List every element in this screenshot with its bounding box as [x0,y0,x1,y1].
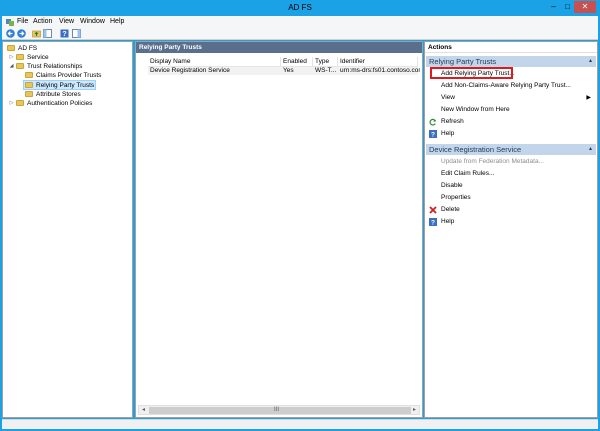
actions-title: Actions [425,42,597,53]
help-icon[interactable]: ? [60,29,69,38]
action-update-from-federation-metadata: Update from Federation Metadata... [441,158,544,165]
toolbar: ? [2,27,598,40]
close-button[interactable]: ✕ [574,1,596,13]
action-view[interactable]: View ▶ [426,93,596,103]
tree-item-relying-party-trusts[interactable]: Relying Party Trusts [23,80,96,90]
menu-window[interactable]: Window [80,17,105,26]
folder-icon [16,54,24,60]
action-help[interactable]: ? Help [426,129,596,139]
action-disable[interactable]: Disable [426,181,596,191]
tree-item-trust-relationships[interactable]: ◢ Trust Relationships [5,62,105,71]
menu-help[interactable]: Help [110,17,124,26]
minimize-button[interactable]: ‒ [546,1,561,13]
horizontal-scrollbar[interactable]: ◂ III ▸ [138,405,420,415]
mmc-window: AD FS ‒ □ ✕ File Action View Window Help [0,0,600,431]
submenu-arrow-icon: ▶ [586,95,591,101]
folder-icon [16,63,24,69]
action-add-non-claims-aware-trust[interactable]: Add Non-Claims-Aware Relying Party Trust… [426,81,596,91]
menu-view[interactable]: View [59,17,74,26]
folder-icon [25,72,33,78]
help-icon: ? [429,130,437,138]
forward-arrow-icon[interactable] [17,29,26,38]
action-edit-claim-rules[interactable]: Edit Claim Rules... [426,169,596,179]
window-title: AD FS [288,3,312,12]
menu-bar: File Action View Window Help [2,16,598,27]
cell-type: WS-T... [315,67,337,74]
cell-display-name: Device Registration Service [150,67,230,74]
expand-arrow-icon[interactable]: ▷ [9,99,14,108]
section-header-device-registration-service[interactable]: Device Registration Service ▴ [426,144,596,155]
svg-text:?: ? [431,132,435,138]
scrollbar-grip-icon: III [274,407,280,413]
menu-file[interactable]: File [17,17,28,26]
action-new-window-from-here[interactable]: New Window from Here [426,105,596,115]
cell-enabled: Yes [283,67,294,74]
delete-icon [429,206,437,214]
help-icon: ? [429,218,437,226]
tree-item-claims-provider-trusts[interactable]: Claims Provider Trusts [5,71,115,80]
tree-item-attribute-stores[interactable]: Attribute Stores [5,90,105,99]
column-header-enabled[interactable]: Enabled [281,57,313,66]
folder-icon [7,45,15,51]
tree-item-service[interactable]: ▷ Service [5,53,85,62]
status-bar [2,419,598,429]
maximize-button[interactable]: □ [560,1,575,13]
adfs-app-icon [6,19,14,26]
cell-identifier: urn:ms-drs:fs01.contoso.com [340,67,420,74]
results-pane-title: Relying Party Trusts [136,42,422,53]
scroll-right-icon[interactable]: ▸ [411,407,418,414]
results-pane: Relying Party Trusts Display Name Enable… [135,41,423,418]
up-folder-icon[interactable] [32,29,41,38]
folder-icon [25,82,33,88]
collapse-arrow-icon[interactable]: ▴ [589,144,592,155]
section-header-label: Relying Party Trusts [429,57,497,66]
scroll-left-icon[interactable]: ◂ [140,407,147,414]
collapse-arrow-icon[interactable]: ▴ [589,56,592,67]
tree-item-adfs[interactable]: AD FS [5,44,65,53]
show-tree-icon[interactable] [43,29,52,38]
action-help[interactable]: ? Help [426,217,596,227]
tree-item-authentication-policies[interactable]: ▷ Authentication Policies [5,99,115,108]
collapse-arrow-icon[interactable]: ◢ [9,62,14,71]
action-delete[interactable]: Delete [426,205,596,215]
title-bar[interactable]: AD FS ‒ □ ✕ [0,0,600,16]
action-refresh[interactable]: Refresh [426,117,596,127]
svg-text:?: ? [431,220,435,226]
annotation-highlight-box [430,67,513,79]
refresh-icon [429,118,437,126]
actions-pane: Actions Relying Party Trusts ▴ Add Relyi… [424,41,598,418]
folder-icon [16,100,24,106]
console-tree: AD FS ▷ Service ◢ Trust Relationships Cl… [2,41,133,418]
expand-arrow-icon[interactable]: ▷ [9,53,14,62]
scrollbar-thumb[interactable]: III [149,407,411,414]
action-properties[interactable]: Properties [426,193,596,203]
section-header-relying-party-trusts[interactable]: Relying Party Trusts ▴ [426,56,596,67]
column-header-identifier[interactable]: Identifier [338,57,418,66]
column-header-display-name[interactable]: Display Name [148,57,281,66]
menu-action[interactable]: Action [33,17,52,26]
svg-text:?: ? [62,31,66,38]
show-actions-icon[interactable] [72,29,81,38]
section-header-label: Device Registration Service [429,145,522,154]
folder-icon [25,91,33,97]
column-header-type[interactable]: Type [313,57,338,66]
back-arrow-icon[interactable] [6,29,15,38]
